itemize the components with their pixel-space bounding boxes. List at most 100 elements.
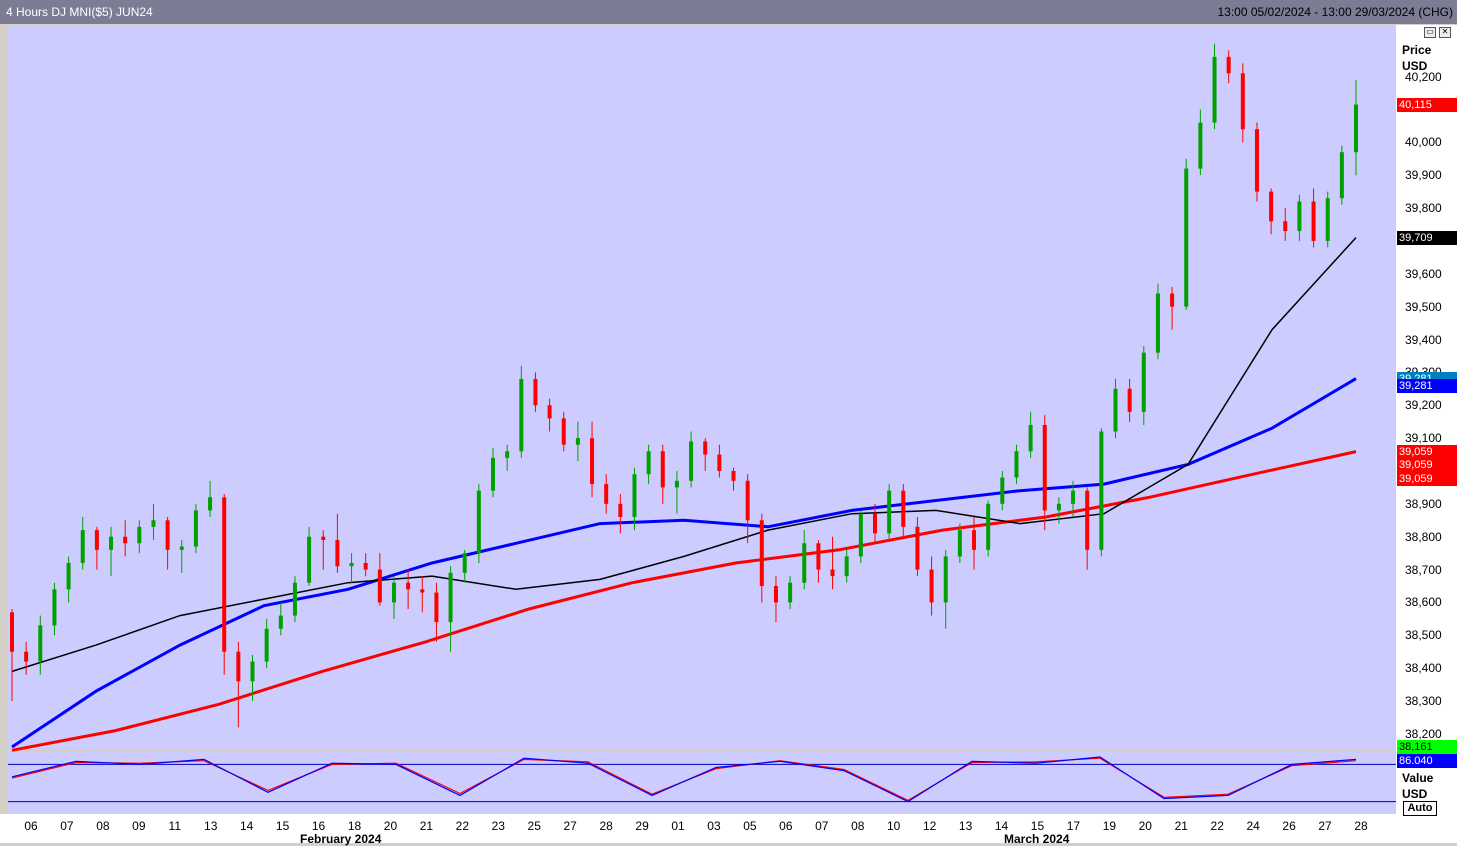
candle-body: [986, 503, 991, 550]
candle-body: [674, 480, 679, 488]
candle-body: [533, 378, 538, 406]
candle-body: [844, 556, 849, 577]
candle-body: [957, 530, 962, 557]
candle-body: [1354, 104, 1358, 153]
candle-body: [1226, 56, 1231, 74]
ma-mid-line: [11, 377, 1357, 749]
candle-body: [80, 530, 85, 563]
candle-body: [646, 451, 651, 475]
candle-body: [816, 543, 821, 570]
price-marker: 39,059: [1397, 444, 1457, 459]
candle-body: [1085, 490, 1090, 550]
candle-body: [1141, 352, 1146, 412]
candle-body: [1339, 152, 1344, 199]
candle-body: [590, 438, 595, 485]
price-marker: 38,161: [1397, 739, 1457, 754]
candle-body: [689, 441, 694, 481]
candle-body: [1170, 293, 1175, 307]
candle-body: [137, 526, 142, 544]
candle-body: [1155, 293, 1160, 353]
candle-body: [123, 536, 128, 544]
candle-body: [179, 546, 184, 550]
candle-body: [24, 651, 29, 662]
candle-body: [561, 418, 566, 445]
candle-body: [1113, 388, 1118, 432]
candle-body: [929, 569, 934, 603]
candle-body: [377, 569, 382, 603]
candle-body: [193, 510, 198, 547]
osc-k-line: [11, 756, 1357, 803]
candle-body: [165, 520, 170, 550]
candle-body: [462, 553, 467, 573]
price-marker: 39,281: [1397, 378, 1457, 393]
candle-body: [38, 625, 43, 662]
candle-body: [448, 572, 453, 623]
price-marker: 86.040: [1397, 753, 1457, 768]
candle-body: [1311, 201, 1316, 241]
candle-body: [604, 484, 609, 504]
candle-body: [745, 480, 750, 521]
candle-body: [434, 592, 439, 623]
candle-body: [476, 490, 481, 554]
candle-body: [1325, 198, 1330, 241]
candle-body: [972, 530, 977, 550]
candle-body: [292, 582, 297, 616]
candle-body: [632, 474, 637, 517]
candle-body: [250, 661, 255, 682]
candle-body: [1240, 73, 1245, 130]
candle-body: [660, 451, 665, 488]
candle-body: [872, 513, 877, 534]
candle-body: [759, 520, 764, 586]
candle-body: [731, 470, 736, 481]
candle-body: [703, 441, 708, 455]
candle-body: [264, 628, 269, 662]
candle-body: [1212, 56, 1217, 123]
candle-body: [505, 451, 510, 458]
candle-body: [491, 457, 496, 491]
candle-body: [278, 615, 283, 629]
candle-body: [547, 405, 552, 419]
candle-body: [1071, 490, 1076, 504]
candle-body: [363, 562, 368, 570]
candle-body: [420, 589, 425, 593]
candle-body: [802, 543, 807, 583]
candle-body: [1198, 122, 1203, 169]
candle-body: [887, 490, 892, 534]
candle-body: [1000, 477, 1005, 504]
candle-body: [901, 490, 906, 527]
candle-body: [1042, 424, 1047, 511]
candle-body: [1297, 201, 1302, 232]
price-chart: [8, 43, 1396, 803]
price-marker: 39,709: [1397, 230, 1457, 245]
candle-body: [349, 562, 354, 567]
candle-body: [773, 585, 778, 603]
candle-body: [1014, 451, 1019, 478]
candle-body: [222, 497, 227, 652]
candle-body: [519, 378, 524, 452]
candle-body: [1269, 191, 1274, 222]
candle-body: [406, 582, 411, 590]
candle-body: [307, 536, 312, 583]
candle-body: [1184, 168, 1189, 307]
price-marker: 39,059: [1397, 471, 1457, 486]
candle-body: [391, 582, 396, 603]
candle-body: [109, 536, 114, 550]
candle-body: [10, 612, 14, 652]
candle-body: [1099, 431, 1104, 550]
candle-body: [208, 497, 213, 511]
candle-body: [335, 539, 340, 567]
candle-body: [858, 513, 863, 557]
ma-short-line: [11, 237, 1357, 673]
candle-body: [94, 530, 99, 550]
candle-body: [236, 651, 241, 682]
candle-body: [717, 454, 722, 471]
candle-body: [618, 503, 623, 517]
candle-body: [915, 526, 920, 570]
candle-body: [943, 556, 948, 603]
candle-body: [321, 536, 326, 540]
ma-long-line: [11, 450, 1357, 752]
candle-body: [575, 438, 580, 445]
candle-body: [1056, 503, 1061, 511]
price-marker: 40,115: [1397, 97, 1457, 112]
candle-body: [1254, 129, 1259, 192]
